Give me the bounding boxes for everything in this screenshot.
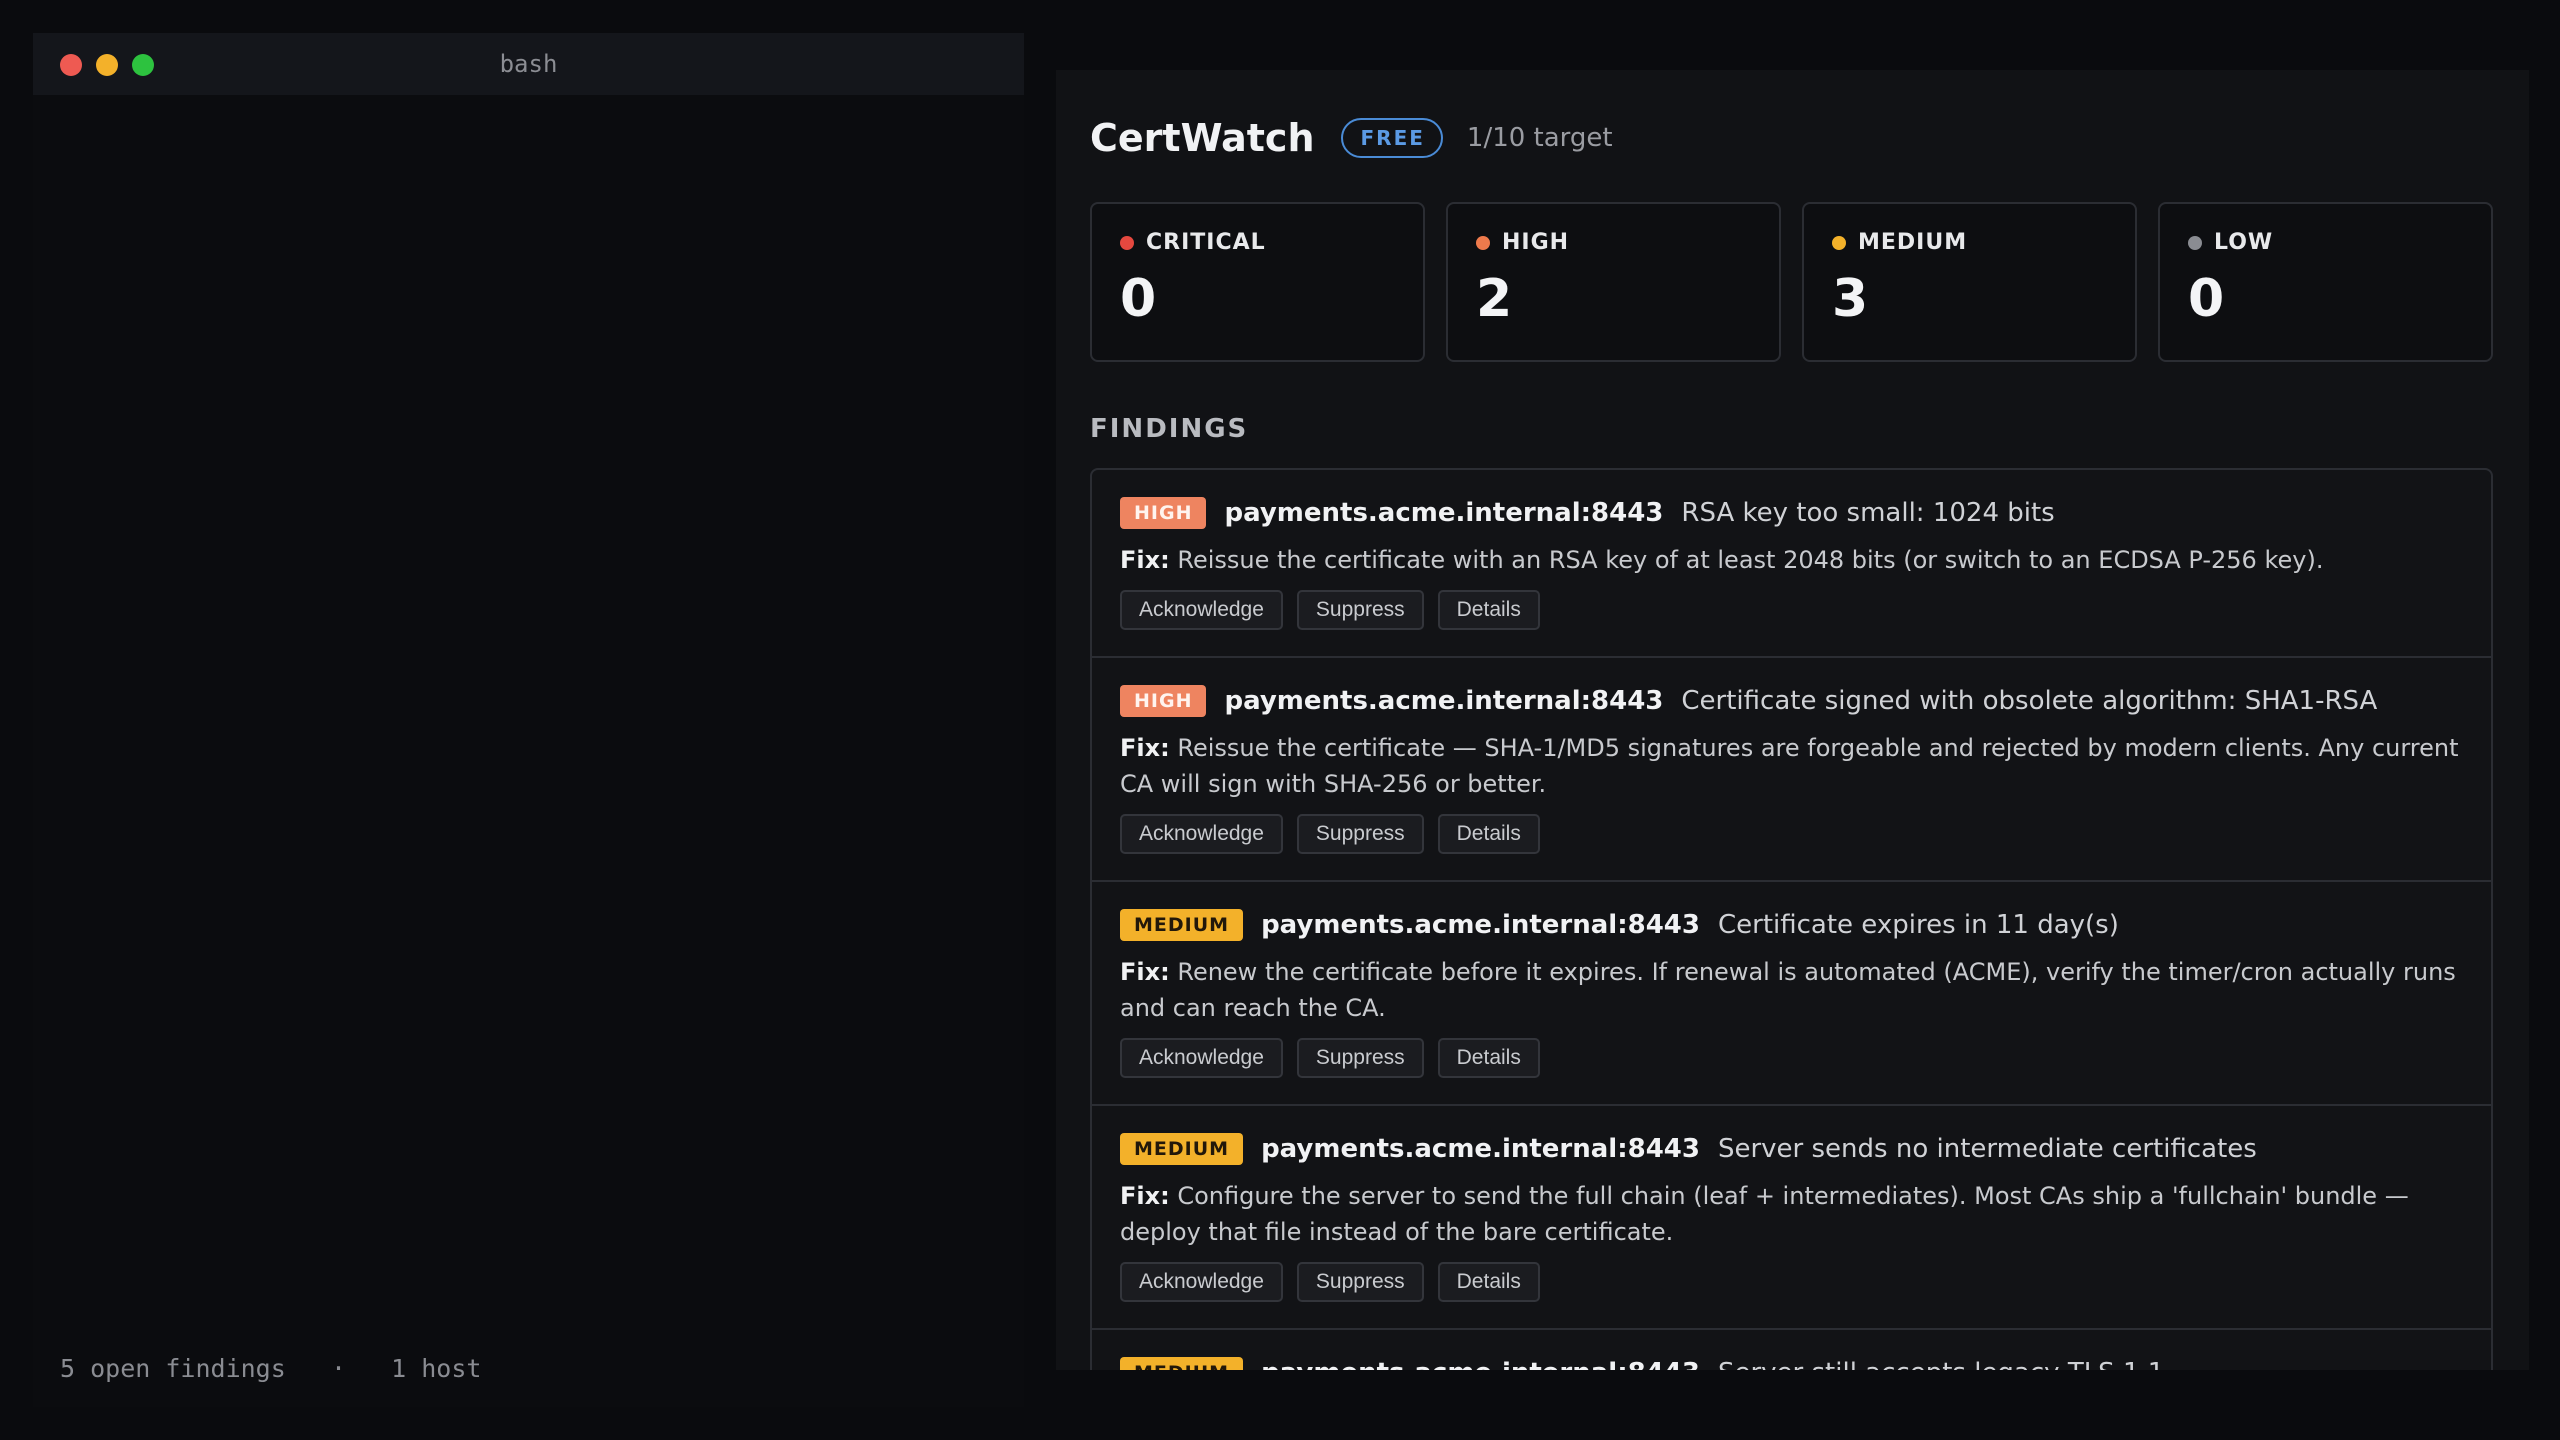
terminal-title: bash xyxy=(499,50,558,78)
details-button[interactable]: Details xyxy=(1437,590,1540,630)
stat-value: 3 xyxy=(1832,269,1869,329)
stat-label: CRITICAL xyxy=(1120,230,1423,255)
findings-section-title: FINDINGS xyxy=(1090,414,1249,444)
stat-card-critical: CRITICAL 0 xyxy=(1090,202,1425,362)
fix-label: Fix: xyxy=(1120,958,1170,986)
stat-label: LOW xyxy=(2188,230,2491,255)
details-button[interactable]: Details xyxy=(1437,814,1540,854)
fix-label: Fix: xyxy=(1120,1182,1170,1210)
stat-label-text: LOW xyxy=(2214,230,2274,255)
open-findings-count: 5 open findings xyxy=(60,1354,286,1383)
finding-title: Server still accepts legacy TLS 1.1 xyxy=(1718,1358,2164,1370)
finding-title: Certificate signed with obsolete algorit… xyxy=(1681,686,2378,716)
fix-label: Fix: xyxy=(1120,734,1170,762)
finding-actions: Acknowledge Suppress Details xyxy=(1120,590,2463,630)
certwatch-panel: CertWatch FREE 1/10 target CRITICAL 0 HIGH… xyxy=(1056,70,2529,1370)
acknowledge-button[interactable]: Acknowledge xyxy=(1120,590,1283,630)
finding-fix: Fix: Configure the server to send the fu… xyxy=(1120,1178,2463,1250)
finding-item: MEDIUM payments.acme.internal:8443 Server … xyxy=(1092,1106,2491,1330)
stat-value: 2 xyxy=(1476,269,1513,329)
host-count: 1 host xyxy=(391,1354,482,1383)
suppress-button[interactable]: Suppress xyxy=(1296,1038,1424,1078)
stat-label: HIGH xyxy=(1476,230,1779,255)
fix-text: Renew the certificate before it expires.… xyxy=(1120,958,2456,1022)
finding-host: payments.acme.internal:8443 xyxy=(1224,498,1664,528)
suppress-button[interactable]: Suppress xyxy=(1296,814,1424,854)
severity-badge: HIGH xyxy=(1120,497,1207,529)
stat-value: 0 xyxy=(1120,269,1157,329)
finding-host: payments.acme.internal:8443 xyxy=(1261,910,1700,940)
finding-item: HIGH payments.acme.internal:8443 Certifica… xyxy=(1092,658,2491,882)
severity-dot-icon xyxy=(1476,235,1490,250)
finding-fix: Fix: Renew the certificate before it exp… xyxy=(1120,954,2463,1026)
stat-label: MEDIUM xyxy=(1832,230,2135,255)
severity-dot-icon xyxy=(1120,235,1134,250)
finding-title: Certificate expires in 11 day(s) xyxy=(1717,910,2119,940)
findings-list: HIGH payments.acme.internal:8443 RSA key t… xyxy=(1090,468,2493,1370)
stat-label-text: HIGH xyxy=(1502,230,1570,255)
severity-dot-icon xyxy=(2188,235,2202,250)
finding-host: payments.acme.internal:8443 xyxy=(1261,1358,1700,1370)
finding-host: payments.acme.internal:8443 xyxy=(1224,686,1664,716)
severity-badge: MEDIUM xyxy=(1120,1133,1244,1165)
finding-actions: Acknowledge Suppress Details xyxy=(1120,814,2463,854)
terminal-window: bash 5 open findings · 1 host xyxy=(33,33,1024,1407)
stat-label-text: MEDIUM xyxy=(1858,230,1968,255)
suppress-button[interactable]: Suppress xyxy=(1296,1262,1424,1302)
fix-label: Fix: xyxy=(1120,546,1170,574)
finding-header: MEDIUM payments.acme.internal:8443 Certifi… xyxy=(1120,906,2463,944)
finding-header: MEDIUM payments.acme.internal:8443 Server … xyxy=(1120,1354,2463,1370)
terminal-titlebar: bash xyxy=(33,33,1024,95)
acknowledge-button[interactable]: Acknowledge xyxy=(1120,1262,1283,1302)
finding-header: HIGH payments.acme.internal:8443 RSA key t… xyxy=(1120,494,2463,532)
fix-text: Configure the server to send the full ch… xyxy=(1120,1182,2409,1246)
severity-badge: MEDIUM xyxy=(1120,909,1244,941)
details-button[interactable]: Details xyxy=(1437,1262,1540,1302)
finding-host: payments.acme.internal:8443 xyxy=(1261,1134,1700,1164)
finding-item: MEDIUM payments.acme.internal:8443 Certifi… xyxy=(1092,882,2491,1106)
severity-badge: HIGH xyxy=(1120,685,1207,717)
acknowledge-button[interactable]: Acknowledge xyxy=(1120,1038,1283,1078)
severity-summary: CRITICAL 0 HIGH 2 MEDIUM 3 LOW 0 xyxy=(1090,202,2493,362)
terminal-status-line: 5 open findings · 1 host xyxy=(60,1354,481,1383)
finding-header: HIGH payments.acme.internal:8443 Certifica… xyxy=(1120,682,2463,720)
stat-card-low: LOW 0 xyxy=(2158,202,2493,362)
acknowledge-button[interactable]: Acknowledge xyxy=(1120,814,1283,854)
stat-label-text: CRITICAL xyxy=(1146,230,1266,255)
finding-item: HIGH payments.acme.internal:8443 RSA key t… xyxy=(1092,470,2491,658)
severity-badge: MEDIUM xyxy=(1120,1357,1244,1370)
finding-title: Server sends no intermediate certificate… xyxy=(1717,1134,2257,1164)
fix-text: Reissue the certificate — SHA-1/MD5 sign… xyxy=(1120,734,2459,798)
app-title: CertWatch xyxy=(1090,116,1315,160)
finding-fix: Fix: Reissue the certificate — SHA-1/MD5… xyxy=(1120,730,2463,802)
suppress-button[interactable]: Suppress xyxy=(1296,590,1424,630)
finding-actions: Acknowledge Suppress Details xyxy=(1120,1038,2463,1078)
finding-title: RSA key too small: 1024 bits xyxy=(1681,498,2055,528)
stat-card-medium: MEDIUM 3 xyxy=(1802,202,2137,362)
status-separator: · xyxy=(330,1354,346,1383)
details-button[interactable]: Details xyxy=(1437,1038,1540,1078)
finding-actions: Acknowledge Suppress Details xyxy=(1120,1262,2463,1302)
app-header: CertWatch FREE 1/10 target xyxy=(1090,116,1613,160)
stat-value: 0 xyxy=(2188,269,2225,329)
stat-card-high: HIGH 2 xyxy=(1446,202,1781,362)
finding-item: MEDIUM payments.acme.internal:8443 Server … xyxy=(1092,1330,2491,1370)
target-count: 1/10 target xyxy=(1466,123,1613,153)
fix-text: Reissue the certificate with an RSA key … xyxy=(1177,546,2324,574)
finding-fix: Fix: Reissue the certificate with an RSA… xyxy=(1120,542,2463,578)
plan-badge: FREE xyxy=(1340,118,1443,158)
finding-header: MEDIUM payments.acme.internal:8443 Server … xyxy=(1120,1130,2463,1168)
severity-dot-icon xyxy=(1832,235,1846,250)
